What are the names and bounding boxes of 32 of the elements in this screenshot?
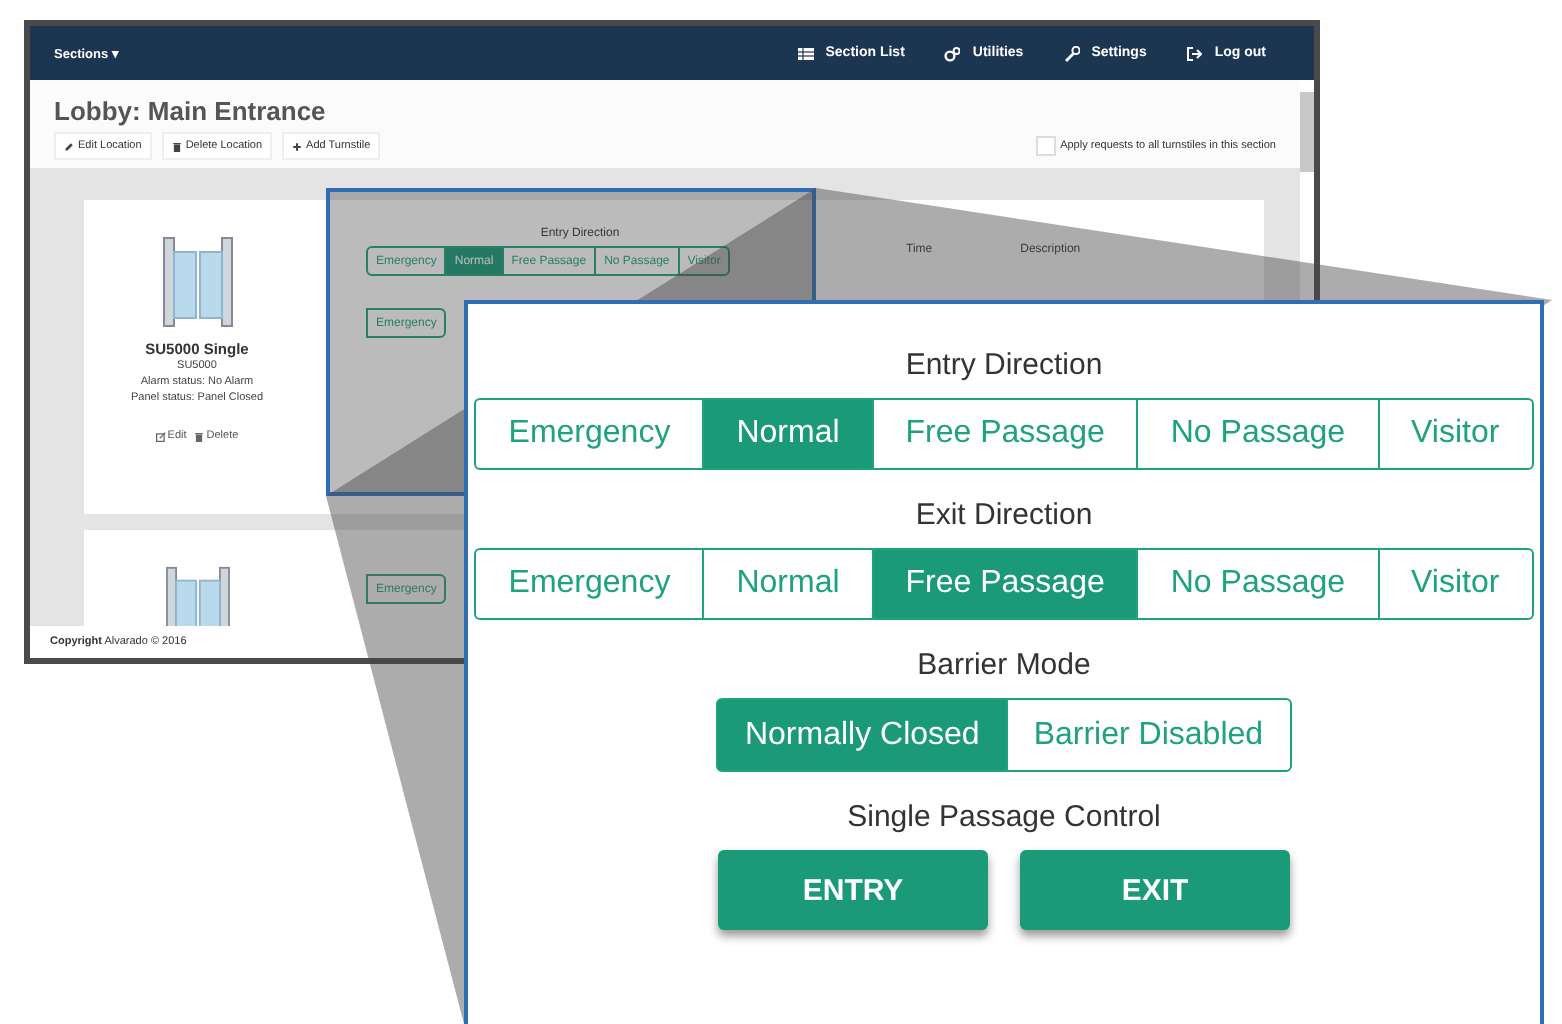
turnstile-drawing xyxy=(161,236,233,328)
passage-button[interactable]: EXIT xyxy=(1020,850,1290,930)
mode-segment[interactable]: Visitor xyxy=(1377,398,1534,470)
gears-icon xyxy=(944,45,961,61)
mode-segment[interactable]: No Passage xyxy=(1136,398,1380,470)
section-label: Exit Direction xyxy=(915,498,1093,532)
plus-icon xyxy=(292,141,303,151)
section-label: Single Passage Control xyxy=(847,800,1161,834)
mode-segment[interactable]: Emergency xyxy=(474,398,705,470)
scrollbar[interactable] xyxy=(1300,92,1314,172)
wrench-icon xyxy=(1063,45,1080,61)
page-title: Lobby: Main Entrance xyxy=(54,96,328,126)
sign-out-icon xyxy=(1186,45,1203,61)
mode-segment[interactable]: Free Passage xyxy=(871,548,1139,620)
mode-segment[interactable]: Free Passage xyxy=(871,398,1139,470)
turnstile-drawing xyxy=(161,566,233,626)
pencil-icon xyxy=(64,141,74,151)
passage-button[interactable]: ENTRY xyxy=(718,850,988,930)
section-label: Barrier Mode xyxy=(917,648,1091,682)
trash-icon xyxy=(171,141,182,151)
list-icon xyxy=(797,45,814,61)
mode-segment[interactable]: Emergency xyxy=(474,548,705,620)
mode-segment[interactable]: Normal xyxy=(702,398,874,470)
edit-icon xyxy=(155,431,166,441)
mode-segment[interactable]: Normally Closed xyxy=(716,698,1008,772)
mode-segment[interactable]: Barrier Disabled xyxy=(1005,698,1292,772)
checkbox[interactable] xyxy=(1036,136,1057,156)
section-label: Entry Direction xyxy=(905,348,1103,382)
mode-segment[interactable]: Visitor xyxy=(1377,548,1534,620)
mode-segment[interactable]: No Passage xyxy=(1136,548,1380,620)
mode-segment[interactable]: Normal xyxy=(702,548,874,620)
trash-icon xyxy=(194,431,205,441)
